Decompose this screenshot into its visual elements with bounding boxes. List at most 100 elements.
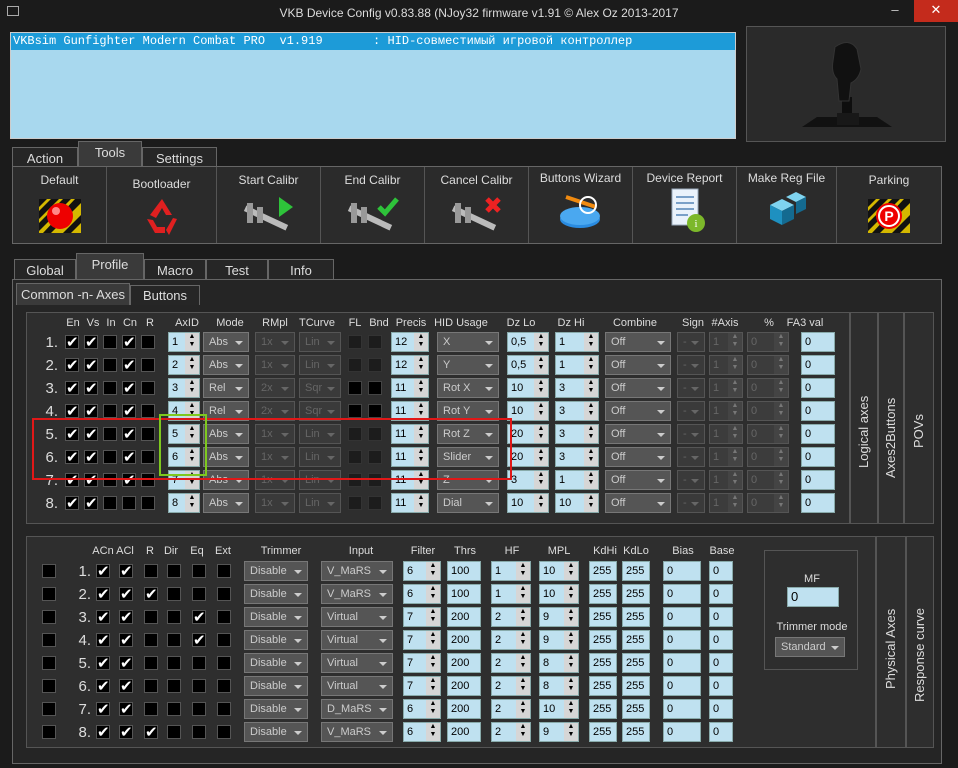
input-select[interactable]: V_MaRS xyxy=(321,722,393,742)
percent-spinner[interactable]: 0 ▲ ▼ xyxy=(747,332,789,352)
physical-r-checkbox[interactable] xyxy=(144,702,158,716)
logical-en-checkbox[interactable] xyxy=(65,425,79,443)
logical-r-checkbox[interactable] xyxy=(141,335,155,349)
filter-spinner[interactable]: 6 ▲ ▼ xyxy=(403,561,441,581)
physical-ext-checkbox[interactable] xyxy=(217,564,231,578)
tcurve-select[interactable]: Lin xyxy=(299,493,341,513)
mf-input[interactable]: 0 xyxy=(787,587,839,607)
logical-en-checkbox[interactable] xyxy=(65,379,79,397)
dzhi-spinner[interactable]: 3 ▲ ▼ xyxy=(555,424,599,444)
fa3-input[interactable]: 0 xyxy=(801,447,835,467)
hid-usage-select[interactable]: Y xyxy=(437,355,499,375)
device-entry[interactable]: VKBsim Gunfighter Modern Combat PRO v1.9… xyxy=(11,33,735,50)
logical-cn-checkbox[interactable] xyxy=(122,471,136,489)
axid-spinner[interactable]: 6 ▲ ▼ xyxy=(168,447,200,467)
physical-eq-checkbox[interactable] xyxy=(192,587,206,601)
logical-cn-checkbox[interactable] xyxy=(122,402,136,420)
filter-spinner-arrows-icon[interactable]: ▲ ▼ xyxy=(426,654,440,672)
dzhi-spinner-arrows-icon[interactable]: ▲ ▼ xyxy=(584,356,598,374)
physical-enable-checkbox[interactable] xyxy=(42,725,56,739)
close-button[interactable]: ✕ xyxy=(914,0,958,22)
logical-in-checkbox[interactable] xyxy=(103,335,117,349)
rmpl-select[interactable]: 2x xyxy=(255,378,295,398)
base-input[interactable]: 0 xyxy=(709,676,733,696)
logical-vs-checkbox[interactable] xyxy=(84,333,98,351)
dzhi-spinner[interactable]: 1 ▲ ▼ xyxy=(555,355,599,375)
bias-input[interactable]: 0 xyxy=(663,630,701,650)
dzlo-spinner-arrows-icon[interactable]: ▲ ▼ xyxy=(534,402,548,420)
sign-select[interactable]: - xyxy=(677,447,705,467)
tab-macro[interactable]: Macro xyxy=(144,259,206,281)
combine-select[interactable]: Off xyxy=(605,332,671,352)
combine-select[interactable]: Off xyxy=(605,447,671,467)
filter-spinner[interactable]: 7 ▲ ▼ xyxy=(403,630,441,650)
filter-spinner-arrows-icon[interactable]: ▲ ▼ xyxy=(426,723,440,741)
axis-spinner[interactable]: 1 ▲ ▼ xyxy=(709,332,743,352)
physical-dir-checkbox[interactable] xyxy=(167,702,181,716)
logical-vs-checkbox[interactable] xyxy=(84,379,98,397)
axis-spinner-arrows-icon[interactable]: ▲ ▼ xyxy=(728,402,742,420)
dzlo-spinner[interactable]: 20 ▲ ▼ xyxy=(507,447,549,467)
filter-spinner-arrows-icon[interactable]: ▲ ▼ xyxy=(426,677,440,695)
make-reg-file-button[interactable]: Make Reg File xyxy=(737,167,837,243)
trimmer-select[interactable]: Disable xyxy=(244,653,308,673)
physical-r-checkbox[interactable] xyxy=(144,633,158,647)
bias-input[interactable]: 0 xyxy=(663,699,701,719)
axis-spinner[interactable]: 1 ▲ ▼ xyxy=(709,447,743,467)
hf-spinner-arrows-icon[interactable]: ▲ ▼ xyxy=(516,723,530,741)
tcurve-select[interactable]: Lin xyxy=(299,470,341,490)
physical-eq-checkbox[interactable] xyxy=(192,679,206,693)
mode-select[interactable]: Abs xyxy=(203,332,249,352)
logical-r-checkbox[interactable] xyxy=(141,404,155,418)
bnd-checkbox[interactable] xyxy=(368,496,382,510)
logical-en-checkbox[interactable] xyxy=(65,356,79,374)
rmpl-select[interactable]: 1x xyxy=(255,447,295,467)
hf-spinner-arrows-icon[interactable]: ▲ ▼ xyxy=(516,562,530,580)
physical-r-checkbox[interactable] xyxy=(144,564,158,578)
base-input[interactable]: 0 xyxy=(709,607,733,627)
axid-spinner[interactable]: 1 ▲ ▼ xyxy=(168,332,200,352)
combine-select[interactable]: Off xyxy=(605,493,671,513)
hid-usage-select[interactable]: Rot Z xyxy=(437,424,499,444)
hf-spinner[interactable]: 2 ▲ ▼ xyxy=(491,607,531,627)
physical-acl-checkbox[interactable] xyxy=(119,562,133,580)
combine-select[interactable]: Off xyxy=(605,424,671,444)
axis-spinner-arrows-icon[interactable]: ▲ ▼ xyxy=(728,333,742,351)
tab-common-axes[interactable]: Common -n- Axes xyxy=(16,283,130,305)
logical-r-checkbox[interactable] xyxy=(141,450,155,464)
physical-enable-checkbox[interactable] xyxy=(42,633,56,647)
precis-spinner[interactable]: 11 ▲ ▼ xyxy=(391,447,429,467)
bnd-checkbox[interactable] xyxy=(368,473,382,487)
percent-spinner-arrows-icon[interactable]: ▲ ▼ xyxy=(774,471,788,489)
hid-usage-select[interactable]: X xyxy=(437,332,499,352)
physical-acl-checkbox[interactable] xyxy=(119,585,133,603)
dzlo-spinner-arrows-icon[interactable]: ▲ ▼ xyxy=(534,494,548,512)
dzlo-spinner[interactable]: 10 ▲ ▼ xyxy=(507,378,549,398)
input-select[interactable]: Virtual xyxy=(321,607,393,627)
tcurve-select[interactable]: Sqr xyxy=(299,401,341,421)
logical-r-checkbox[interactable] xyxy=(141,496,155,510)
hf-spinner[interactable]: 1 ▲ ▼ xyxy=(491,561,531,581)
dzhi-spinner[interactable]: 10 ▲ ▼ xyxy=(555,493,599,513)
hf-spinner-arrows-icon[interactable]: ▲ ▼ xyxy=(516,608,530,626)
filter-spinner-arrows-icon[interactable]: ▲ ▼ xyxy=(426,585,440,603)
physical-acn-checkbox[interactable] xyxy=(96,608,110,626)
mpl-spinner-arrows-icon[interactable]: ▲ ▼ xyxy=(564,585,578,603)
sign-select[interactable]: - xyxy=(677,424,705,444)
axid-spinner-arrows-icon[interactable]: ▲ ▼ xyxy=(185,471,199,489)
sign-select[interactable]: - xyxy=(677,470,705,490)
tab-response-curve[interactable]: Response curve xyxy=(906,536,934,748)
physical-acn-checkbox[interactable] xyxy=(96,723,110,741)
mpl-spinner[interactable]: 9 ▲ ▼ xyxy=(539,722,579,742)
dzlo-spinner[interactable]: 10 ▲ ▼ xyxy=(507,493,549,513)
sign-select[interactable]: - xyxy=(677,378,705,398)
mpl-spinner[interactable]: 10 ▲ ▼ xyxy=(539,584,579,604)
physical-r-checkbox[interactable] xyxy=(144,679,158,693)
percent-spinner-arrows-icon[interactable]: ▲ ▼ xyxy=(774,425,788,443)
physical-enable-checkbox[interactable] xyxy=(42,702,56,716)
physical-acn-checkbox[interactable] xyxy=(96,585,110,603)
fa3-input[interactable]: 0 xyxy=(801,332,835,352)
fa3-input[interactable]: 0 xyxy=(801,378,835,398)
physical-eq-checkbox[interactable] xyxy=(192,656,206,670)
hf-spinner[interactable]: 2 ▲ ▼ xyxy=(491,630,531,650)
